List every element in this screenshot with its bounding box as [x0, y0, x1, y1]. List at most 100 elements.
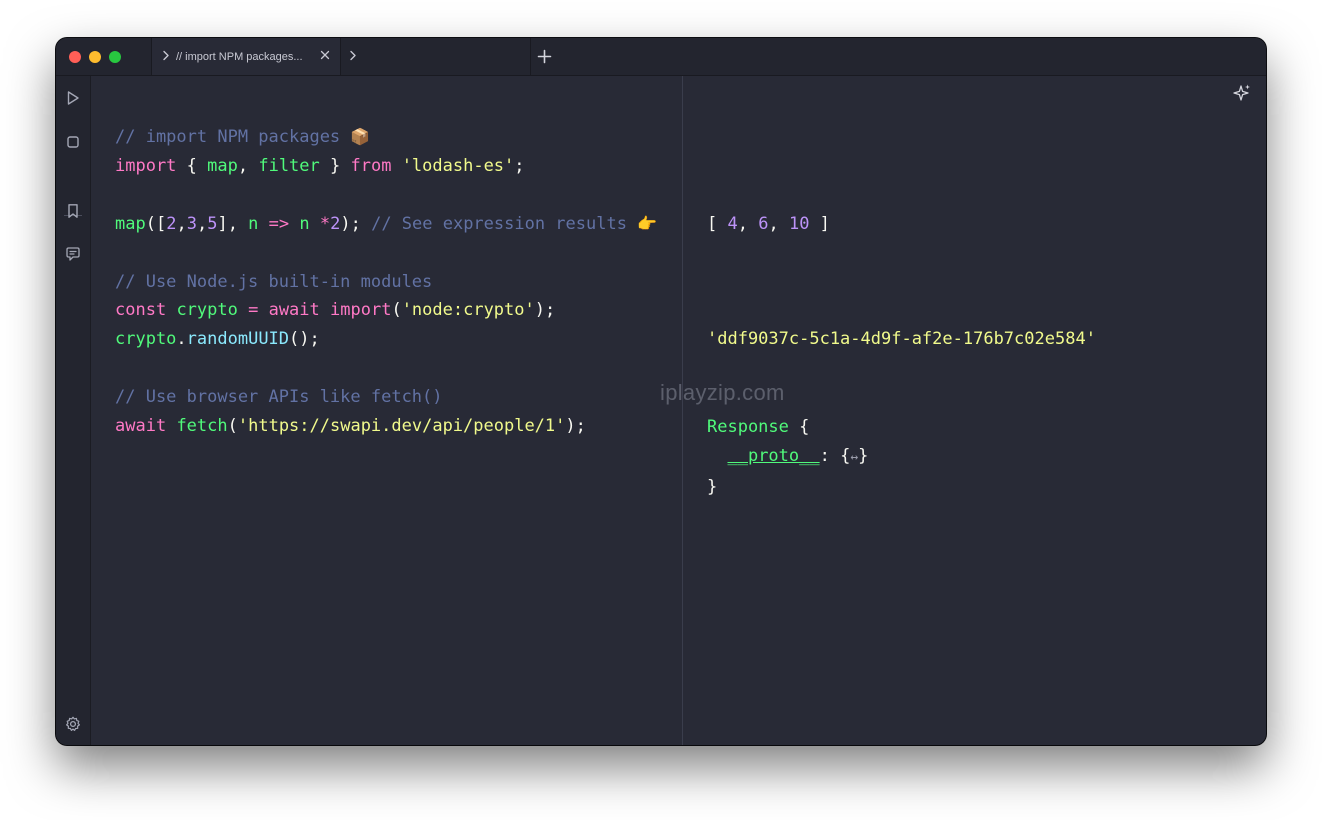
stop-icon[interactable] [65, 134, 81, 150]
punctuation: { [788, 417, 810, 437]
chevron-right-icon [162, 50, 170, 64]
keyword: import [115, 155, 177, 176]
response-result: Response { __proto__: {↔} } [707, 413, 868, 502]
identifier: crypto [115, 329, 177, 350]
punctuation: ([ [145, 213, 167, 234]
operator: = [237, 300, 269, 321]
punctuation: , [237, 155, 259, 176]
string: 'ddf9037c-5c1a-4d9f-af2e-176b7c02e584' [707, 329, 1096, 349]
punctuation: ], [217, 213, 249, 234]
sidebar [56, 76, 91, 745]
keyword: from [350, 155, 392, 176]
punctuation: , [176, 213, 187, 234]
chat-icon[interactable] [65, 246, 81, 262]
code-line: crypto.randomUUID(); [115, 329, 320, 349]
punctuation: [ [707, 214, 728, 234]
watermark: iplayzip.com [660, 380, 785, 405]
code-content[interactable]: // import NPM packages 📦 import { map, f… [115, 123, 657, 441]
expand-icon[interactable]: ↔ [850, 450, 858, 465]
method: randomUUID [186, 329, 290, 350]
string: 'https://swapi.dev/api/people/1' [237, 416, 566, 437]
chevron-right-icon [349, 50, 357, 64]
identifier: Response [707, 417, 789, 437]
identifier: crypto [176, 300, 238, 321]
punctuation: , [768, 214, 789, 234]
number: 2 [166, 213, 177, 234]
identifier: filter [258, 155, 320, 176]
code-line: import { map, filter } from 'lodash-es'; [115, 156, 525, 176]
proto-key[interactable]: __proto__ [727, 446, 819, 466]
number: 2 [330, 213, 341, 234]
punctuation: ; [514, 155, 525, 176]
operator: * [309, 213, 331, 234]
uuid-result: 'ddf9037c-5c1a-4d9f-af2e-176b7c02e584' [707, 325, 1096, 354]
comment: // Use browser APIs like fetch() [115, 387, 443, 408]
plus-icon[interactable] [537, 49, 552, 69]
punctuation: } [707, 476, 718, 497]
comment: // import NPM packages [115, 127, 341, 147]
punctuation: } [319, 155, 351, 176]
code-line: const crypto = await import('node:crypto… [115, 300, 555, 320]
code-line: await fetch('https://swapi.dev/api/peopl… [115, 416, 586, 436]
zoom-window-button[interactable] [109, 51, 121, 63]
identifier: n [299, 213, 310, 234]
punctuation: , [737, 214, 759, 234]
number: 5 [207, 213, 218, 234]
punctuation: ); [565, 416, 586, 437]
code-line: // Use Node.js built-in modules [115, 272, 432, 292]
pointing-emoji: 👉 [637, 213, 658, 233]
punctuation: ( [227, 416, 238, 437]
punctuation: { [840, 445, 851, 466]
bookmark-icon[interactable] [65, 203, 81, 219]
array-result: [ 4, 6, 10 ] [707, 210, 830, 239]
identifier: n [248, 213, 259, 234]
code-editor[interactable]: // import NPM packages 📦 import { map, f… [91, 76, 683, 745]
comment: // See expression results [371, 213, 627, 234]
identifier: map [115, 213, 146, 234]
string: 'lodash-es' [401, 155, 515, 176]
gear-icon[interactable] [65, 716, 81, 732]
close-icon[interactable] [320, 50, 330, 63]
punctuation: ); [340, 213, 372, 234]
result-line: __proto__: {↔} [707, 446, 868, 466]
identifier: fetch [176, 416, 228, 437]
keyword: await [115, 416, 167, 437]
operator: => [258, 213, 300, 234]
punctuation: (); [289, 329, 320, 350]
code-line: // Use browser APIs like fetch() [115, 387, 443, 407]
results-panel: [ 4, 6, 10 ] 'ddf9037c-5c1a-4d9f-af2e-17… [683, 76, 1266, 745]
punctuation: ( [391, 300, 402, 321]
comment: // Use Node.js built-in modules [115, 271, 433, 292]
number: 3 [186, 213, 197, 234]
punctuation: : [819, 445, 841, 466]
punctuation: { [176, 155, 208, 176]
punctuation: ); [534, 300, 556, 321]
package-emoji: 📦 [350, 127, 371, 146]
keyword: await [268, 300, 320, 321]
tab-second[interactable] [341, 38, 531, 75]
minimize-window-button[interactable] [89, 51, 101, 63]
sparkle-icon[interactable] [1232, 83, 1252, 108]
punctuation: } [858, 445, 869, 466]
punctuation: ] [809, 214, 830, 234]
play-icon[interactable] [65, 90, 81, 106]
number: 10 [788, 214, 810, 234]
identifier: map [207, 155, 238, 176]
close-window-button[interactable] [69, 51, 81, 63]
code-line: map([2,3,5], n => n *2); // See expressi… [115, 214, 657, 234]
string: 'node:crypto' [401, 300, 535, 321]
code-line: // import NPM packages 📦 [115, 127, 370, 147]
tab-title: // import NPM packages... [176, 50, 303, 63]
punctuation: , [196, 213, 208, 234]
punctuation: . [176, 329, 187, 350]
result-line: } [707, 477, 717, 497]
result-line: Response { [707, 417, 809, 437]
keyword: const [115, 300, 167, 321]
keyword: import [330, 300, 392, 321]
tab-active[interactable]: // import NPM packages... [151, 38, 341, 75]
